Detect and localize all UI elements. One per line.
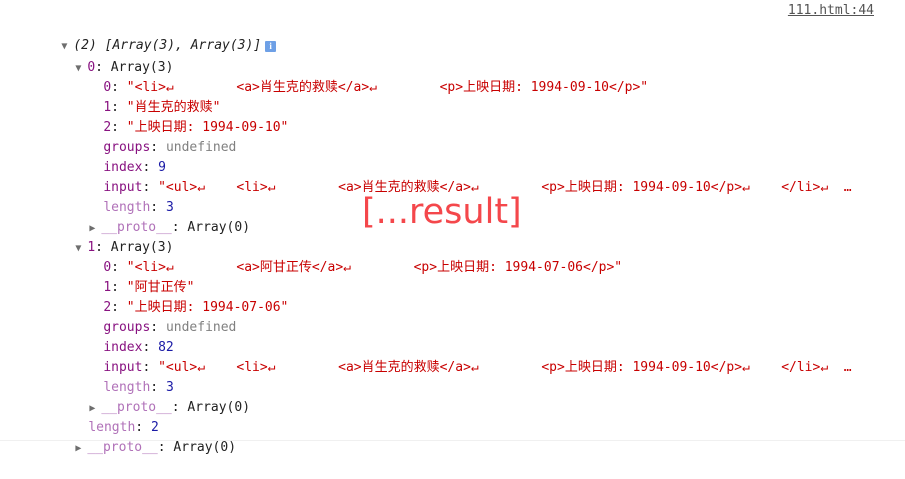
outer-proto-row[interactable]: ▶ __proto__: Array(0) <box>44 418 236 455</box>
property-row: 1: "肖生克的救赎" <box>103 100 221 115</box>
console-output: 111.html:44 ▼ (2) [Array(3), Array(3)] i ▼… <box>0 0 905 455</box>
property-value: Array(0) <box>173 440 237 455</box>
property-value: "<li>↵ <a>阿甘正传</a>↵ <p>上映日期: 1994-07-06<… <box>126 260 623 275</box>
property-value[interactable]: "<ul>↵ <li>↵ <a>肖生克的救赎</a>↵ <p>上映日期: 199… <box>158 360 852 375</box>
outer-length-row: length: 2 <box>88 420 159 435</box>
proto-row[interactable]: ▶ __proto__: Array(0) <box>58 378 250 415</box>
divider <box>0 440 905 441</box>
property-row: length: 3 <box>103 200 174 215</box>
array-item-0-header[interactable]: ▼ 0: Array(3) <box>44 38 173 75</box>
property-row: 0: "<li>↵ <a>阿甘正传</a>↵ <p>上映日期: 1994-07-… <box>103 260 623 275</box>
property-value: Array(0) <box>187 400 251 415</box>
property-row: 2: "上映日期: 1994-07-06" <box>103 300 289 315</box>
proto-row[interactable]: ▶ __proto__: Array(0) <box>58 198 250 235</box>
info-icon[interactable]: i <box>265 41 277 52</box>
property-row: index: 82 <box>103 340 174 355</box>
property-row: groups: undefined <box>103 140 237 155</box>
property-value: undefined <box>165 320 237 335</box>
overlay-annotation: [...result] <box>362 192 522 232</box>
property-row: 1: "阿甘正传" <box>103 280 195 295</box>
property-row: index: 9 <box>103 160 166 175</box>
collapsed-triangle-icon[interactable]: ▶ <box>75 439 87 459</box>
property-row: 2: "上映日期: 1994-09-10" <box>103 120 289 135</box>
property-row: groups: undefined <box>103 320 237 335</box>
property-key: __proto__ <box>87 440 158 455</box>
property-row: length: 3 <box>103 380 174 395</box>
array-item-1-header[interactable]: ▼ 1: Array(3) <box>44 218 173 255</box>
source-link[interactable]: 111.html:44 <box>788 1 874 21</box>
property-value: Array(0) <box>187 220 251 235</box>
property-row[interactable]: input: "<ul>↵ <li>↵ <a>肖生克的救赎</a>↵ <p>上映… <box>72 158 851 195</box>
array-summary-row[interactable]: ▼ (2) [Array(3), Array(3)] i <box>30 16 277 53</box>
property-value: undefined <box>165 140 237 155</box>
property-row: 0: "<li>↵ <a>肖生克的救赎</a>↵ <p>上映日期: 1994-0… <box>103 80 649 95</box>
property-row[interactable]: input: "<ul>↵ <li>↵ <a>肖生克的救赎</a>↵ <p>上映… <box>72 338 851 375</box>
